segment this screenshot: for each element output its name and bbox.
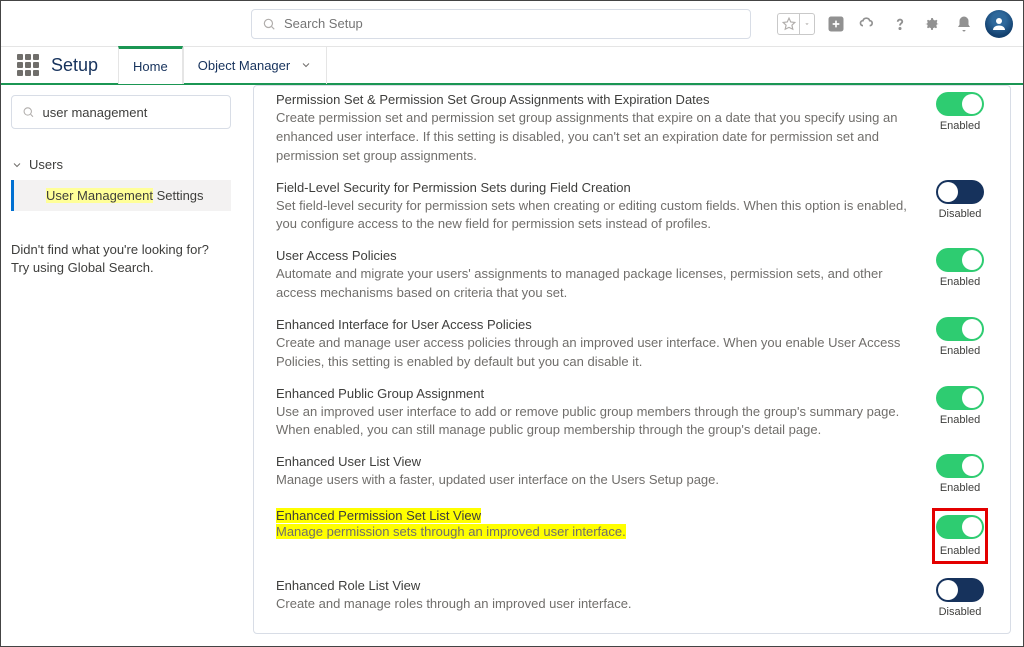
main-layout: Users User Management Settings Didn't fi…	[1, 85, 1023, 646]
sidebar-item-user-management-settings[interactable]: User Management Settings	[11, 180, 231, 211]
setting-text: Permission Set & Permission Set Group As…	[276, 92, 916, 166]
setting-title: Permission Set & Permission Set Group As…	[276, 92, 916, 107]
tree-label[interactable]: Users	[11, 153, 231, 176]
favorites-group	[777, 13, 815, 35]
avatar[interactable]	[985, 10, 1013, 38]
toggle-state-label: Disabled	[939, 606, 982, 618]
salesforce-icon[interactable]	[857, 13, 879, 35]
setting-row: Enhanced Public Group Assignment Use an i…	[276, 386, 988, 441]
tree-node-users[interactable]: Users User Management Settings	[11, 153, 231, 211]
setting-text: Enhanced Interface for User Access Polic…	[276, 317, 916, 372]
setting-row: Permission Set & Permission Set Group As…	[276, 92, 988, 166]
setting-row: Field-Level Security for Permission Sets…	[276, 180, 988, 235]
setting-desc: Create permission set and permission set…	[276, 109, 916, 166]
search-icon	[262, 17, 276, 31]
tab-home[interactable]: Home	[118, 46, 183, 84]
app-name: Setup	[51, 55, 98, 76]
global-search[interactable]	[251, 9, 751, 39]
toggle-column: Enabled	[932, 386, 988, 426]
tree-label-text: Users	[29, 157, 63, 172]
context-nav: Setup Home Object Manager	[1, 47, 1023, 85]
app-launcher-icon[interactable]	[17, 54, 39, 76]
setting-desc: Set field-level security for permission …	[276, 197, 916, 235]
setting-row: Enhanced Role List View Create and manage…	[276, 578, 988, 618]
help-icon[interactable]	[889, 13, 911, 35]
favorite-dropdown-icon[interactable]	[799, 13, 815, 35]
highlighted-match: User Management	[46, 188, 153, 203]
toggle-state-label: Disabled	[939, 208, 982, 220]
toggle-column: Disabled	[932, 180, 988, 220]
setting-title: Field-Level Security for Permission Sets…	[276, 180, 916, 195]
toggle-switch[interactable]	[936, 92, 984, 116]
setting-text: User Access Policies Automate and migrate…	[276, 248, 916, 303]
toggle-column: Disabled	[932, 578, 988, 618]
setting-desc: Manage users with a faster, updated user…	[276, 471, 916, 490]
setting-title: Enhanced Public Group Assignment	[276, 386, 916, 401]
setting-desc: Use an improved user interface to add or…	[276, 403, 916, 441]
setting-title: Enhanced Role List View	[276, 578, 916, 593]
main-panel: Permission Set & Permission Set Group As…	[241, 85, 1023, 646]
setting-desc: Automate and migrate your users' assignm…	[276, 265, 916, 303]
toggle-switch[interactable]	[936, 454, 984, 478]
settings-card: Permission Set & Permission Set Group As…	[253, 85, 1011, 634]
toggle-switch[interactable]	[936, 515, 984, 539]
toggle-switch[interactable]	[936, 386, 984, 410]
toggle-state-label: Enabled	[940, 120, 980, 132]
sidebar-help-text: Didn't find what you're looking for? Try…	[11, 241, 231, 277]
setting-desc: Manage permission sets through an improv…	[276, 524, 626, 539]
setting-desc: Create and manage roles through an impro…	[276, 595, 916, 614]
tab-label: Object Manager	[198, 58, 291, 73]
setting-title: Enhanced Interface for User Access Polic…	[276, 317, 916, 332]
setting-row: User Access Policies Automate and migrate…	[276, 248, 988, 303]
sidebar-search[interactable]	[11, 95, 231, 129]
toggle-switch[interactable]	[936, 578, 984, 602]
toggle-state-label: Enabled	[940, 482, 980, 494]
setting-text: Enhanced Role List View Create and manage…	[276, 578, 916, 614]
tab-object-manager[interactable]: Object Manager	[183, 46, 328, 84]
chevron-down-icon	[11, 159, 23, 171]
setting-text: Enhanced Permission Set List ViewManage …	[276, 508, 916, 542]
toggle-column: Enabled	[932, 92, 988, 132]
setting-title: User Access Policies	[276, 248, 916, 263]
setting-row: Enhanced Permission Set List ViewManage …	[276, 508, 988, 564]
setting-row: Enhanced User List View Manage users with…	[276, 454, 988, 494]
tab-label: Home	[133, 59, 168, 74]
favorite-icon[interactable]	[777, 13, 799, 35]
global-header	[1, 1, 1023, 47]
tree-item-rest: Settings	[153, 188, 204, 203]
add-icon[interactable]	[825, 13, 847, 35]
bell-icon[interactable]	[953, 13, 975, 35]
setting-title: Enhanced Permission Set List View	[276, 508, 481, 523]
chevron-down-icon	[300, 59, 312, 71]
setting-row: Enhanced Interface for User Access Polic…	[276, 317, 988, 372]
sidebar-search-input[interactable]	[43, 105, 220, 120]
toggle-column: Enabled	[932, 317, 988, 357]
setting-text: Field-Level Security for Permission Sets…	[276, 180, 916, 235]
header-actions	[777, 10, 1013, 38]
help-line: Didn't find what you're looking for?	[11, 241, 231, 259]
toggle-switch[interactable]	[936, 180, 984, 204]
toggle-state-label: Enabled	[940, 414, 980, 426]
setting-text: Enhanced Public Group Assignment Use an i…	[276, 386, 916, 441]
setup-sidebar: Users User Management Settings Didn't fi…	[1, 85, 241, 646]
global-search-input[interactable]	[284, 16, 740, 31]
toggle-column: Enabled	[932, 454, 988, 494]
setting-title: Enhanced User List View	[276, 454, 916, 469]
toggle-state-label: Enabled	[940, 545, 980, 557]
gear-icon[interactable]	[921, 13, 943, 35]
search-icon	[22, 105, 35, 119]
help-line: Try using Global Search.	[11, 259, 231, 277]
setting-text: Enhanced User List View Manage users with…	[276, 454, 916, 490]
toggle-column: Enabled	[932, 508, 988, 564]
toggle-switch[interactable]	[936, 248, 984, 272]
toggle-switch[interactable]	[936, 317, 984, 341]
toggle-state-label: Enabled	[940, 276, 980, 288]
toggle-state-label: Enabled	[940, 345, 980, 357]
toggle-column: Enabled	[932, 248, 988, 288]
setting-desc: Create and manage user access policies t…	[276, 334, 916, 372]
